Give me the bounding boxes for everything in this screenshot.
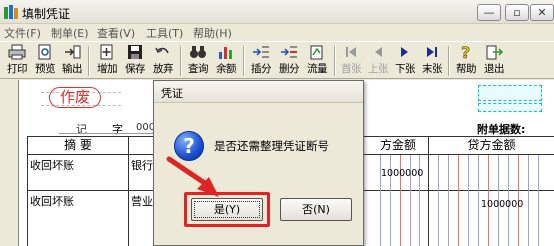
minimize-button[interactable]: — (477, 4, 501, 21)
grid-line (458, 155, 459, 246)
help-button[interactable]: ? 帮助 (452, 44, 480, 78)
toolbar-separator (334, 46, 336, 76)
table-line (428, 137, 429, 246)
menu-bar: 文件(F) 制单(E) 查看(V) 工具(T) 帮助(H) (0, 24, 554, 41)
header-field-box[interactable] (478, 103, 542, 112)
attachments-label: 附单据数: (477, 123, 526, 136)
table-line (128, 137, 129, 246)
annotation-arrow-icon (166, 156, 219, 197)
grid-line (448, 155, 449, 246)
dialog-title-bar: 凭证 (154, 81, 363, 103)
column-header-summary: 摘 要 (64, 138, 92, 152)
grid-line (468, 155, 469, 246)
preview-button[interactable]: 预览 (31, 44, 59, 78)
query-button[interactable]: 查询 (184, 44, 212, 78)
exit-icon (486, 45, 504, 60)
row-account[interactable]: 银行 (131, 157, 153, 173)
insert-row-icon (253, 46, 269, 58)
binoculars-icon (190, 46, 206, 58)
first-page-button[interactable]: 首张 (337, 44, 365, 78)
insert-line-button[interactable]: 插分 (247, 44, 275, 78)
cash-flow-icon (310, 45, 323, 60)
add-button[interactable]: 增加 (93, 44, 121, 78)
void-stamp: 作废 (49, 87, 101, 108)
dialog-message: 是否还需整理凭证断号 (214, 139, 329, 153)
header-field-box[interactable] (478, 85, 542, 101)
cash-flow-button[interactable]: 流量 (303, 44, 331, 78)
menu-view[interactable]: 查看(V) (97, 25, 135, 41)
toolbar: 打印 预览 输出 增加 保存 放弃 查询 余额 插分 删分 流量 首张 上张 下… (0, 41, 554, 79)
output-icon (65, 45, 81, 59)
svg-text:?: ? (461, 44, 470, 60)
row-account[interactable]: 营业 (131, 193, 153, 209)
dialog-title: 凭证 (161, 87, 183, 100)
print-button[interactable]: 打印 (3, 44, 31, 78)
add-icon (100, 44, 113, 60)
toolbar-separator (243, 46, 245, 76)
row-credit-amount[interactable]: 1000000 (481, 199, 523, 210)
column-header-credit: 贷方金额 (467, 138, 516, 152)
window-title: 填制凭证 (22, 7, 71, 21)
toolbar-separator (88, 46, 90, 76)
balance-button[interactable]: 余额 (212, 44, 240, 78)
discard-button[interactable]: 放弃 (149, 44, 177, 78)
prev-page-button[interactable]: 上张 (364, 44, 392, 78)
app-icon (4, 5, 18, 19)
grid-line (478, 155, 479, 246)
grid-line (538, 155, 539, 246)
close-button[interactable]: ✕ (530, 4, 554, 21)
row-summary[interactable]: 收回坏账 (30, 193, 74, 209)
menu-help[interactable]: 帮助(H) (193, 25, 232, 41)
no-button[interactable]: 否(N) (280, 198, 352, 221)
next-page-button[interactable]: 下张 (391, 44, 419, 78)
delete-line-button[interactable]: 删分 (275, 44, 303, 78)
undo-icon (155, 47, 169, 54)
toolbar-separator (180, 46, 182, 76)
row-debit-amount[interactable]: 1000000 (381, 168, 423, 179)
floppy-icon (128, 45, 142, 59)
title-bar: 填制凭证 — ▫ ✕ (0, 0, 554, 24)
last-page-icon (427, 47, 437, 57)
voucher-type-label: 记 (76, 123, 87, 136)
column-header-debit: 方金额 (379, 138, 416, 152)
preview-icon (38, 44, 51, 60)
menu-voucher[interactable]: 制单(E) (51, 25, 89, 41)
voucher-zi-label: 字 (112, 123, 123, 136)
menu-file[interactable]: 文件(F) (4, 25, 41, 41)
printer-icon (8, 44, 26, 60)
grid-line (528, 155, 529, 246)
bar-chart-icon (219, 47, 232, 59)
last-page-button[interactable]: 末张 (418, 44, 446, 78)
toolbar-separator (448, 46, 450, 76)
prev-page-icon (375, 47, 382, 57)
grid-line (438, 155, 439, 246)
save-button[interactable]: 保存 (121, 44, 149, 78)
delete-row-icon (281, 46, 297, 58)
divider (59, 133, 159, 134)
first-page-icon (346, 47, 356, 57)
output-button[interactable]: 输出 (58, 44, 86, 78)
next-page-icon (401, 47, 408, 57)
restore-button[interactable]: ▫ (505, 4, 529, 21)
exit-button[interactable]: 退出 (480, 44, 508, 78)
voucher-window: 填制凭证 — ▫ ✕ 文件(F) 制单(E) 查看(V) 工具(T) 帮助(H)… (0, 0, 554, 246)
help-icon: ? (461, 44, 471, 60)
row-summary[interactable]: 收回坏账 (30, 157, 74, 173)
menu-tools[interactable]: 工具(T) (146, 25, 183, 41)
